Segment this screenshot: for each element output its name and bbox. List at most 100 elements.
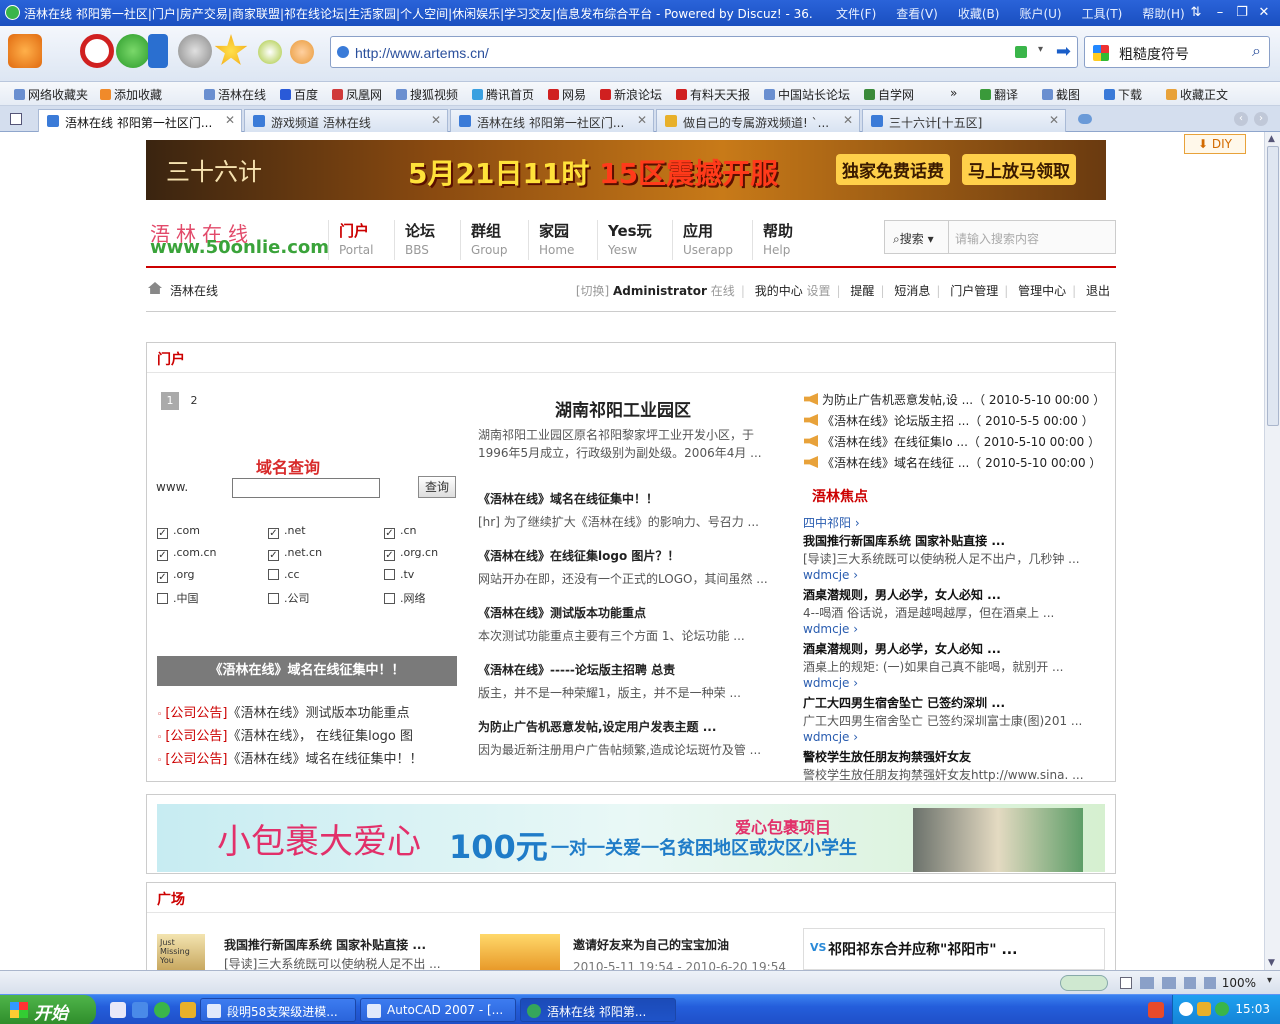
focus-title[interactable]: 我国推行新国库系统 国家补贴直接 ... bbox=[803, 532, 1005, 549]
nav-userapp[interactable]: 应用 Userapp bbox=[672, 220, 733, 260]
nav-home[interactable]: 家园 Home bbox=[528, 220, 574, 260]
nav-bbs[interactable]: 论坛 BBS bbox=[394, 220, 435, 260]
domain-option[interactable]: ✓ .com bbox=[157, 524, 200, 539]
download-button[interactable]: 下载 bbox=[1104, 86, 1142, 103]
announcement-item[interactable]: 《浯林在线》域名在线征 ...（ 2010-5-10 00:00 ） bbox=[804, 454, 1101, 471]
clock-icon[interactable] bbox=[258, 40, 282, 64]
remind-link[interactable]: 提醒 bbox=[850, 284, 874, 298]
vs-title[interactable]: 祁阳祁东合并应称"祁阳市" ... bbox=[828, 939, 1017, 959]
restore-icon[interactable]: ❐ bbox=[1232, 4, 1252, 22]
search-engine-text[interactable]: 粗糙度符号 bbox=[1119, 44, 1189, 64]
stop-icon[interactable] bbox=[80, 34, 114, 68]
print-icon[interactable] bbox=[1162, 977, 1176, 989]
checkbox-icon[interactable] bbox=[157, 593, 168, 604]
admin-center-link[interactable]: 管理中心 bbox=[1018, 284, 1066, 298]
screen-icon[interactable] bbox=[1140, 977, 1154, 989]
taskbar-item[interactable]: 浯林在线 祁阳第... bbox=[520, 998, 676, 1022]
banner-claim[interactable]: 马上放马领取 bbox=[962, 154, 1076, 185]
domain-option[interactable]: ✓ .org.cn bbox=[384, 546, 438, 561]
checkbox-checked-icon[interactable]: ✓ bbox=[268, 550, 279, 561]
tray-arrow-icon[interactable] bbox=[1179, 1002, 1193, 1016]
tab-close-icon[interactable]: ✕ bbox=[225, 113, 235, 127]
my-center-link[interactable]: 我的中心 bbox=[755, 284, 803, 298]
announcement-item[interactable]: 为防止广告机恶意发帖,设 ...（ 2010-5-10 00:00 ） bbox=[804, 391, 1105, 408]
tab-scroll-right-icon[interactable]: › bbox=[1254, 112, 1268, 126]
chevron-down-icon[interactable]: ▾ bbox=[1038, 44, 1043, 55]
star-icon[interactable] bbox=[214, 34, 248, 65]
nav-group[interactable]: 群组 Group bbox=[460, 220, 508, 260]
tab-close-icon[interactable]: ✕ bbox=[637, 113, 647, 127]
logout-link[interactable]: 退出 bbox=[1086, 284, 1110, 298]
fav-item[interactable]: 有料天天报 bbox=[676, 86, 750, 103]
focus-title[interactable]: 广工大四男生宿舍坠亡 已签约深圳 ... bbox=[803, 694, 1005, 711]
breadcrumb-home[interactable]: 浯林在线 bbox=[170, 282, 218, 299]
focus-title[interactable]: 酒桌潜规则，男人必学，女人必知 ... bbox=[803, 586, 1001, 603]
paw-icon[interactable] bbox=[290, 40, 314, 64]
focus-author[interactable]: wdmcje › bbox=[803, 730, 858, 744]
clock[interactable]: 15:03 bbox=[1235, 1002, 1270, 1016]
plaza-thumbnail[interactable] bbox=[480, 934, 560, 970]
plaza-thumbnail[interactable]: Just Missing You bbox=[157, 934, 205, 970]
notice-item[interactable]: ◦ [公司公告]《浯林在线》， 在线征集logo 图 bbox=[157, 725, 413, 744]
messages-link[interactable]: 短消息 bbox=[894, 284, 930, 298]
address-url[interactable]: http://www.artems.cn/ bbox=[355, 45, 489, 61]
fav-item[interactable]: 腾讯首页 bbox=[472, 86, 534, 103]
domain-option[interactable]: ✓ .cn bbox=[384, 524, 417, 539]
screenshot-button[interactable]: 截图 bbox=[1042, 86, 1080, 103]
back-icon[interactable] bbox=[8, 34, 42, 68]
checkbox-checked-icon[interactable]: ✓ bbox=[157, 528, 168, 539]
quicklaunch-icon[interactable] bbox=[154, 1002, 170, 1018]
collect-text-button[interactable]: 收藏正文 bbox=[1166, 86, 1228, 103]
chevron-down-icon[interactable]: ▾ bbox=[1267, 975, 1272, 986]
diy-button[interactable]: ⬇ DIY bbox=[1184, 134, 1246, 154]
plaza-title[interactable]: 我国推行新国库系统 国家补贴直接 ... bbox=[224, 936, 426, 953]
fav-item[interactable]: 自学网 bbox=[864, 86, 914, 103]
fav-item[interactable]: 新浪论坛 bbox=[600, 86, 662, 103]
checkbox-checked-icon[interactable]: ✓ bbox=[384, 528, 395, 539]
security-icon[interactable] bbox=[1215, 1002, 1229, 1016]
domain-option[interactable]: .cc bbox=[268, 568, 300, 581]
article-title[interactable]: 《浯林在线》域名在线征集中！！ bbox=[478, 490, 658, 507]
domain-option[interactable]: ✓ .org bbox=[157, 568, 195, 583]
main-headline[interactable]: 湖南祁阳工业园区 bbox=[478, 396, 768, 421]
domain-option[interactable]: .网络 bbox=[384, 590, 426, 606]
tab-4[interactable]: 做自己的专属游戏频道! `... ✕ bbox=[656, 109, 860, 132]
menu-account[interactable]: 账户(U) bbox=[1019, 5, 1061, 22]
tab-close-icon[interactable]: ✕ bbox=[431, 113, 441, 127]
tab-close-icon[interactable]: ✕ bbox=[843, 113, 853, 127]
focus-author[interactable]: wdmcje › bbox=[803, 622, 858, 636]
top-ad-banner[interactable]: 三十六计 5月21日11时 15区震撼开服 独家免费话费 马上放马领取 bbox=[146, 140, 1106, 200]
fav-item[interactable]: 搜狐视频 bbox=[396, 86, 458, 103]
menu-help[interactable]: 帮助(H) bbox=[1142, 5, 1184, 22]
menu-favorites[interactable]: 收藏(B) bbox=[958, 5, 1000, 22]
tab-close-icon[interactable]: ✕ bbox=[1049, 113, 1059, 127]
notice-item[interactable]: ◦ [公司公告]《浯林在线》测试版本功能重点 bbox=[157, 702, 409, 721]
checkbox-checked-icon[interactable]: ✓ bbox=[157, 572, 168, 583]
page-icon[interactable] bbox=[1120, 977, 1132, 989]
nav-help[interactable]: 帮助 Help bbox=[752, 220, 793, 260]
search-icon[interactable]: ⌕ bbox=[1252, 41, 1261, 61]
toggle-switch-icon[interactable] bbox=[1060, 975, 1108, 991]
focus-title[interactable]: 酒桌潜规则，男人必学，女人必知 ... bbox=[803, 640, 1001, 657]
article-title[interactable]: 《浯林在线》-----论坛版主招聘 总责 bbox=[478, 661, 675, 678]
fav-item[interactable]: 凤凰网 bbox=[332, 86, 382, 103]
start-button[interactable]: 开始 bbox=[0, 995, 96, 1024]
menu-view[interactable]: 查看(V) bbox=[896, 5, 938, 22]
pager-page[interactable]: 1 bbox=[161, 392, 179, 410]
vertical-scrollbar[interactable]: ▲ ▼ bbox=[1264, 132, 1280, 970]
qq-icon[interactable] bbox=[1197, 1002, 1211, 1016]
menu-file[interactable]: 文件(F) bbox=[836, 5, 876, 22]
checkbox-checked-icon[interactable]: ✓ bbox=[384, 550, 395, 561]
domain-option[interactable]: .tv bbox=[384, 568, 414, 581]
portal-admin-link[interactable]: 门户管理 bbox=[950, 284, 998, 298]
switch-link[interactable]: [切换] bbox=[576, 284, 609, 298]
domain-option[interactable]: .中国 bbox=[157, 590, 199, 606]
address-bar[interactable]: http://www.artems.cn/ ▾ ➡ bbox=[330, 36, 1078, 68]
checkbox-checked-icon[interactable]: ✓ bbox=[268, 528, 279, 539]
checkbox-checked-icon[interactable]: ✓ bbox=[157, 550, 168, 561]
quicklaunch-icon[interactable] bbox=[180, 1002, 196, 1018]
notice-item[interactable]: ◦ [公司公告]《浯林在线》域名在线征集中！！ bbox=[157, 748, 422, 767]
history-icon[interactable] bbox=[178, 34, 212, 68]
focus-author[interactable]: 四中祁阳 › bbox=[803, 514, 860, 531]
domain-option[interactable]: .公司 bbox=[268, 590, 310, 606]
